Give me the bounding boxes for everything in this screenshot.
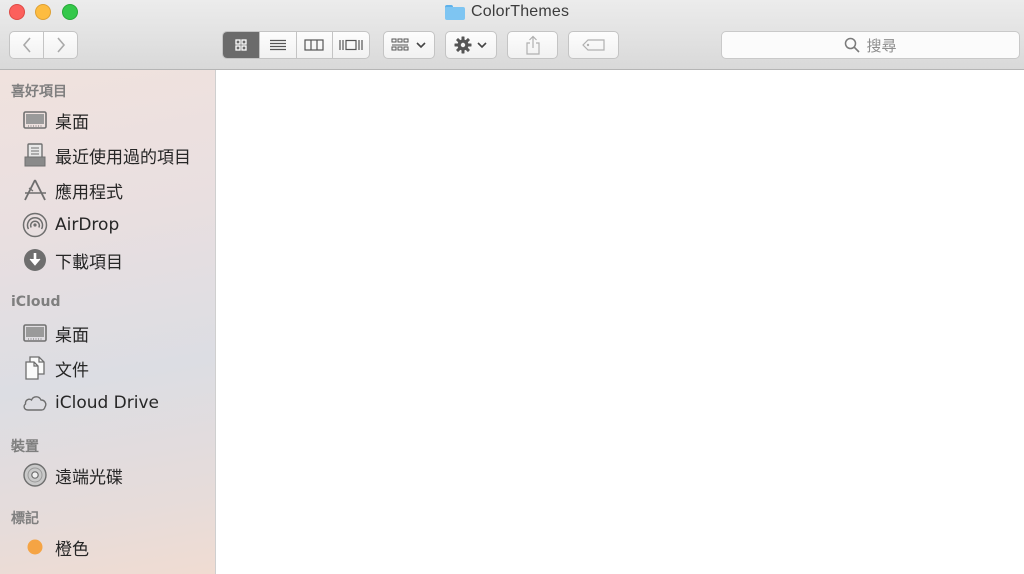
grid-icon <box>235 39 247 51</box>
desktop-icon <box>22 320 48 346</box>
search-input[interactable]: 搜尋 <box>721 31 1020 59</box>
tags-button[interactable] <box>568 31 619 59</box>
list-icon <box>269 39 286 51</box>
sidebar-item-label: 橙色 <box>55 539 89 560</box>
coverflow-icon <box>339 39 363 51</box>
sidebar-item-label: 桌面 <box>55 112 89 133</box>
sidebar-item-downloads[interactable]: 下載項目 <box>0 245 215 275</box>
file-browser-content[interactable] <box>216 70 1024 574</box>
share-icon <box>525 35 540 55</box>
sidebar-item-label: AirDrop <box>55 215 120 235</box>
tag-icon <box>581 39 605 51</box>
chevron-down-icon <box>416 42 426 49</box>
sidebar-section-icloud: iCloud <box>11 294 61 310</box>
chevron-down-icon <box>477 42 487 49</box>
icon-view-button[interactable] <box>223 32 259 58</box>
sidebar-item-documents[interactable]: 文件 <box>0 353 215 383</box>
sidebar-item-label: 桌面 <box>55 325 89 346</box>
sidebar-item-label: 最近使用過的項目 <box>55 147 191 168</box>
columns-icon <box>304 39 324 51</box>
sidebar-section-favorites: 喜好項目 <box>11 84 67 100</box>
share-button[interactable] <box>507 31 558 59</box>
list-view-button[interactable] <box>258 32 296 58</box>
back-button[interactable] <box>10 32 43 58</box>
arrange-grid-icon <box>391 38 409 51</box>
cover-flow-view-button[interactable] <box>332 32 369 58</box>
close-window-button[interactable] <box>9 4 25 20</box>
sidebar-item-label: 遠端光碟 <box>55 467 123 488</box>
tag-dot-icon <box>22 534 48 560</box>
sidebar-item-recents[interactable]: 最近使用過的項目 <box>0 140 215 170</box>
sidebar-item-remote-disc[interactable]: 遠端光碟 <box>0 460 215 490</box>
sidebar-section-tags: 標記 <box>11 511 39 527</box>
sidebar-item-tag-orange[interactable]: 橙色 <box>0 532 215 562</box>
gear-icon <box>454 36 472 54</box>
sidebar-item-icloud-desktop[interactable]: 桌面 <box>0 318 215 348</box>
sidebar-item-label: 應用程式 <box>55 182 123 203</box>
applications-icon <box>22 177 48 203</box>
forward-button[interactable] <box>43 32 77 58</box>
search-placeholder: 搜尋 <box>866 36 897 55</box>
sidebar-section-devices: 裝置 <box>11 439 39 455</box>
view-mode-control <box>222 31 370 59</box>
disc-icon <box>22 462 48 488</box>
sidebar-item-label: 文件 <box>55 360 89 381</box>
search-icon <box>845 37 861 53</box>
chevron-right-icon <box>56 37 65 53</box>
chevron-left-icon <box>22 37 31 53</box>
sidebar-item-airdrop[interactable]: AirDrop <box>0 210 215 240</box>
arrange-button[interactable] <box>383 31 435 59</box>
window-title: ColorThemes <box>471 3 570 20</box>
desktop-icon <box>22 107 48 133</box>
sidebar-item-icloud-drive[interactable]: iCloud Drive <box>0 388 215 418</box>
sidebar-item-desktop[interactable]: 桌面 <box>0 105 215 135</box>
folder-icon <box>445 4 465 20</box>
column-view-button[interactable] <box>295 32 333 58</box>
zoom-window-button[interactable] <box>62 4 78 20</box>
minimize-window-button[interactable] <box>35 4 51 20</box>
back-forward-control <box>9 31 78 59</box>
action-button[interactable] <box>445 31 497 59</box>
cloud-icon <box>22 390 48 416</box>
toolbar: ColorThemes 搜尋 <box>0 0 1024 70</box>
recents-icon <box>22 142 48 168</box>
downloads-icon <box>22 247 48 273</box>
finder-window: ColorThemes 搜尋 喜好項目 桌面 最近使用過的項目 應用程式 Air… <box>0 0 1024 574</box>
sidebar-item-label: 下載項目 <box>55 252 123 273</box>
sidebar-item-label: iCloud Drive <box>55 393 160 413</box>
airdrop-icon <box>22 212 48 238</box>
window-title-area: ColorThemes <box>445 2 569 22</box>
sidebar-item-applications[interactable]: 應用程式 <box>0 175 215 205</box>
sidebar: 喜好項目 桌面 最近使用過的項目 應用程式 AirDrop 下載項目 iClou… <box>0 70 216 574</box>
documents-icon <box>22 355 48 381</box>
